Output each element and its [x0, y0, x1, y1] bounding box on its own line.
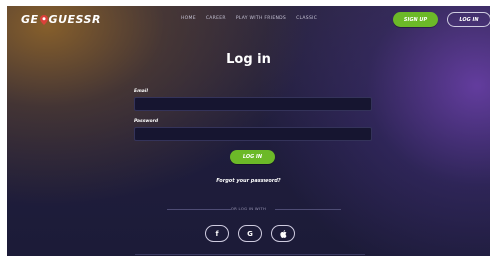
apple-icon — [279, 229, 287, 238]
nav-classic[interactable]: CLASSIC — [296, 16, 317, 21]
location-pin-icon — [39, 14, 48, 25]
main-nav: HOME CAREER PLAY WITH FRIENDS CLASSIC — [181, 16, 317, 21]
log-in-submit-button[interactable]: LOG IN — [230, 150, 275, 164]
login-page: GE GUESSR HOME CAREER PLAY WITH FRIENDS … — [7, 6, 490, 256]
email-label: Email — [134, 89, 148, 94]
password-label: Password — [134, 119, 159, 124]
facebook-login-button[interactable]: f — [205, 225, 229, 242]
bottom-separator — [135, 254, 365, 255]
divider-line-right — [275, 209, 341, 210]
sign-up-button[interactable]: SIGN UP — [393, 12, 438, 27]
apple-login-button[interactable] — [271, 225, 295, 242]
page-title: Log in — [226, 52, 271, 67]
geoguessr-logo[interactable]: GE GUESSR — [21, 13, 101, 26]
nav-play-with-friends[interactable]: PLAY WITH FRIENDS — [236, 16, 286, 21]
logo-text-left: GE — [21, 13, 39, 26]
logo-text-right: GUESSR — [48, 13, 101, 26]
nav-home[interactable]: HOME — [181, 16, 196, 21]
divider-text: OR LOG IN WITH — [230, 206, 267, 211]
google-login-button[interactable]: G — [238, 225, 262, 242]
google-icon: G — [247, 229, 253, 238]
facebook-icon: f — [215, 229, 219, 238]
password-field[interactable] — [134, 127, 372, 141]
nav-career[interactable]: CAREER — [206, 16, 226, 21]
email-field[interactable] — [134, 97, 372, 111]
forgot-password-link[interactable]: Forgot your password? — [7, 178, 490, 184]
header-log-in-button[interactable]: LOG IN — [447, 12, 490, 27]
